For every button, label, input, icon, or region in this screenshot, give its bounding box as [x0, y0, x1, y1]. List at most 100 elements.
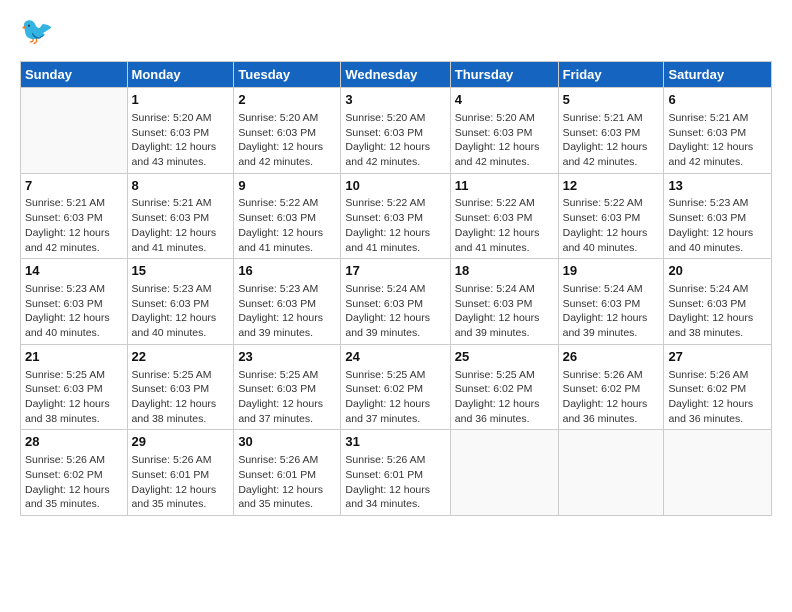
day-number: 14 [25, 262, 123, 281]
day-number: 21 [25, 348, 123, 367]
calendar-cell: 1Sunrise: 5:20 AMSunset: 6:03 PMDaylight… [127, 88, 234, 174]
calendar-cell: 30Sunrise: 5:26 AMSunset: 6:01 PMDayligh… [234, 430, 341, 516]
calendar-cell: 17Sunrise: 5:24 AMSunset: 6:03 PMDayligh… [341, 259, 450, 345]
header-day-sunday: Sunday [21, 62, 128, 88]
day-number: 17 [345, 262, 445, 281]
day-info: Sunrise: 5:25 AMSunset: 6:03 PMDaylight:… [25, 368, 123, 427]
day-number: 4 [455, 91, 554, 110]
day-info: Sunrise: 5:26 AMSunset: 6:02 PMDaylight:… [668, 368, 767, 427]
calendar-cell: 19Sunrise: 5:24 AMSunset: 6:03 PMDayligh… [558, 259, 664, 345]
calendar-cell: 8Sunrise: 5:21 AMSunset: 6:03 PMDaylight… [127, 173, 234, 259]
page: 🐦 SundayMondayTuesdayWednesdayThursdayFr… [0, 0, 792, 612]
day-info: Sunrise: 5:25 AMSunset: 6:02 PMDaylight:… [345, 368, 445, 427]
calendar-cell: 14Sunrise: 5:23 AMSunset: 6:03 PMDayligh… [21, 259, 128, 345]
day-info: Sunrise: 5:20 AMSunset: 6:03 PMDaylight:… [238, 111, 336, 170]
day-number: 6 [668, 91, 767, 110]
calendar-cell: 3Sunrise: 5:20 AMSunset: 6:03 PMDaylight… [341, 88, 450, 174]
calendar-cell [664, 430, 772, 516]
calendar-cell [558, 430, 664, 516]
header-day-wednesday: Wednesday [341, 62, 450, 88]
week-row-0: 1Sunrise: 5:20 AMSunset: 6:03 PMDaylight… [21, 88, 772, 174]
day-info: Sunrise: 5:23 AMSunset: 6:03 PMDaylight:… [25, 282, 123, 341]
day-info: Sunrise: 5:23 AMSunset: 6:03 PMDaylight:… [238, 282, 336, 341]
day-number: 29 [132, 433, 230, 452]
calendar-cell: 10Sunrise: 5:22 AMSunset: 6:03 PMDayligh… [341, 173, 450, 259]
calendar-cell: 24Sunrise: 5:25 AMSunset: 6:02 PMDayligh… [341, 344, 450, 430]
day-number: 31 [345, 433, 445, 452]
day-info: Sunrise: 5:26 AMSunset: 6:01 PMDaylight:… [238, 453, 336, 512]
day-info: Sunrise: 5:26 AMSunset: 6:02 PMDaylight:… [25, 453, 123, 512]
calendar-cell: 5Sunrise: 5:21 AMSunset: 6:03 PMDaylight… [558, 88, 664, 174]
day-info: Sunrise: 5:21 AMSunset: 6:03 PMDaylight:… [25, 196, 123, 255]
calendar-cell [21, 88, 128, 174]
calendar-cell: 16Sunrise: 5:23 AMSunset: 6:03 PMDayligh… [234, 259, 341, 345]
day-number: 12 [563, 177, 660, 196]
day-info: Sunrise: 5:25 AMSunset: 6:02 PMDaylight:… [455, 368, 554, 427]
day-number: 9 [238, 177, 336, 196]
calendar-cell: 26Sunrise: 5:26 AMSunset: 6:02 PMDayligh… [558, 344, 664, 430]
calendar-cell: 4Sunrise: 5:20 AMSunset: 6:03 PMDaylight… [450, 88, 558, 174]
logo-bird-icon: 🐦 [20, 15, 56, 51]
day-info: Sunrise: 5:24 AMSunset: 6:03 PMDaylight:… [563, 282, 660, 341]
header-day-saturday: Saturday [664, 62, 772, 88]
day-info: Sunrise: 5:24 AMSunset: 6:03 PMDaylight:… [455, 282, 554, 341]
calendar-cell: 22Sunrise: 5:25 AMSunset: 6:03 PMDayligh… [127, 344, 234, 430]
calendar-cell: 20Sunrise: 5:24 AMSunset: 6:03 PMDayligh… [664, 259, 772, 345]
header-day-tuesday: Tuesday [234, 62, 341, 88]
svg-text:🐦: 🐦 [20, 16, 54, 46]
day-number: 10 [345, 177, 445, 196]
day-number: 8 [132, 177, 230, 196]
day-number: 24 [345, 348, 445, 367]
week-row-3: 21Sunrise: 5:25 AMSunset: 6:03 PMDayligh… [21, 344, 772, 430]
header-day-friday: Friday [558, 62, 664, 88]
day-number: 20 [668, 262, 767, 281]
day-info: Sunrise: 5:25 AMSunset: 6:03 PMDaylight:… [238, 368, 336, 427]
day-info: Sunrise: 5:26 AMSunset: 6:01 PMDaylight:… [132, 453, 230, 512]
day-info: Sunrise: 5:21 AMSunset: 6:03 PMDaylight:… [668, 111, 767, 170]
header-day-thursday: Thursday [450, 62, 558, 88]
day-info: Sunrise: 5:21 AMSunset: 6:03 PMDaylight:… [563, 111, 660, 170]
calendar-cell: 29Sunrise: 5:26 AMSunset: 6:01 PMDayligh… [127, 430, 234, 516]
week-row-4: 28Sunrise: 5:26 AMSunset: 6:02 PMDayligh… [21, 430, 772, 516]
calendar-table: SundayMondayTuesdayWednesdayThursdayFrid… [20, 61, 772, 516]
day-info: Sunrise: 5:22 AMSunset: 6:03 PMDaylight:… [563, 196, 660, 255]
header: 🐦 [20, 15, 772, 51]
calendar-cell: 7Sunrise: 5:21 AMSunset: 6:03 PMDaylight… [21, 173, 128, 259]
calendar-cell: 25Sunrise: 5:25 AMSunset: 6:02 PMDayligh… [450, 344, 558, 430]
week-row-2: 14Sunrise: 5:23 AMSunset: 6:03 PMDayligh… [21, 259, 772, 345]
calendar-cell: 11Sunrise: 5:22 AMSunset: 6:03 PMDayligh… [450, 173, 558, 259]
calendar-cell: 21Sunrise: 5:25 AMSunset: 6:03 PMDayligh… [21, 344, 128, 430]
calendar-cell: 12Sunrise: 5:22 AMSunset: 6:03 PMDayligh… [558, 173, 664, 259]
day-number: 26 [563, 348, 660, 367]
day-number: 3 [345, 91, 445, 110]
day-number: 11 [455, 177, 554, 196]
calendar-cell [450, 430, 558, 516]
day-number: 2 [238, 91, 336, 110]
calendar-cell: 27Sunrise: 5:26 AMSunset: 6:02 PMDayligh… [664, 344, 772, 430]
day-number: 22 [132, 348, 230, 367]
day-info: Sunrise: 5:22 AMSunset: 6:03 PMDaylight:… [345, 196, 445, 255]
day-info: Sunrise: 5:22 AMSunset: 6:03 PMDaylight:… [455, 196, 554, 255]
day-info: Sunrise: 5:25 AMSunset: 6:03 PMDaylight:… [132, 368, 230, 427]
day-number: 13 [668, 177, 767, 196]
calendar-cell: 2Sunrise: 5:20 AMSunset: 6:03 PMDaylight… [234, 88, 341, 174]
header-row: SundayMondayTuesdayWednesdayThursdayFrid… [21, 62, 772, 88]
calendar-body: 1Sunrise: 5:20 AMSunset: 6:03 PMDaylight… [21, 88, 772, 516]
day-info: Sunrise: 5:24 AMSunset: 6:03 PMDaylight:… [345, 282, 445, 341]
calendar-cell: 15Sunrise: 5:23 AMSunset: 6:03 PMDayligh… [127, 259, 234, 345]
day-number: 5 [563, 91, 660, 110]
day-number: 28 [25, 433, 123, 452]
calendar-cell: 28Sunrise: 5:26 AMSunset: 6:02 PMDayligh… [21, 430, 128, 516]
day-number: 7 [25, 177, 123, 196]
day-number: 16 [238, 262, 336, 281]
day-info: Sunrise: 5:20 AMSunset: 6:03 PMDaylight:… [345, 111, 445, 170]
day-info: Sunrise: 5:23 AMSunset: 6:03 PMDaylight:… [132, 282, 230, 341]
calendar-cell: 23Sunrise: 5:25 AMSunset: 6:03 PMDayligh… [234, 344, 341, 430]
day-info: Sunrise: 5:20 AMSunset: 6:03 PMDaylight:… [132, 111, 230, 170]
day-number: 15 [132, 262, 230, 281]
calendar-cell: 31Sunrise: 5:26 AMSunset: 6:01 PMDayligh… [341, 430, 450, 516]
day-number: 30 [238, 433, 336, 452]
day-number: 18 [455, 262, 554, 281]
calendar-cell: 6Sunrise: 5:21 AMSunset: 6:03 PMDaylight… [664, 88, 772, 174]
calendar-cell: 13Sunrise: 5:23 AMSunset: 6:03 PMDayligh… [664, 173, 772, 259]
